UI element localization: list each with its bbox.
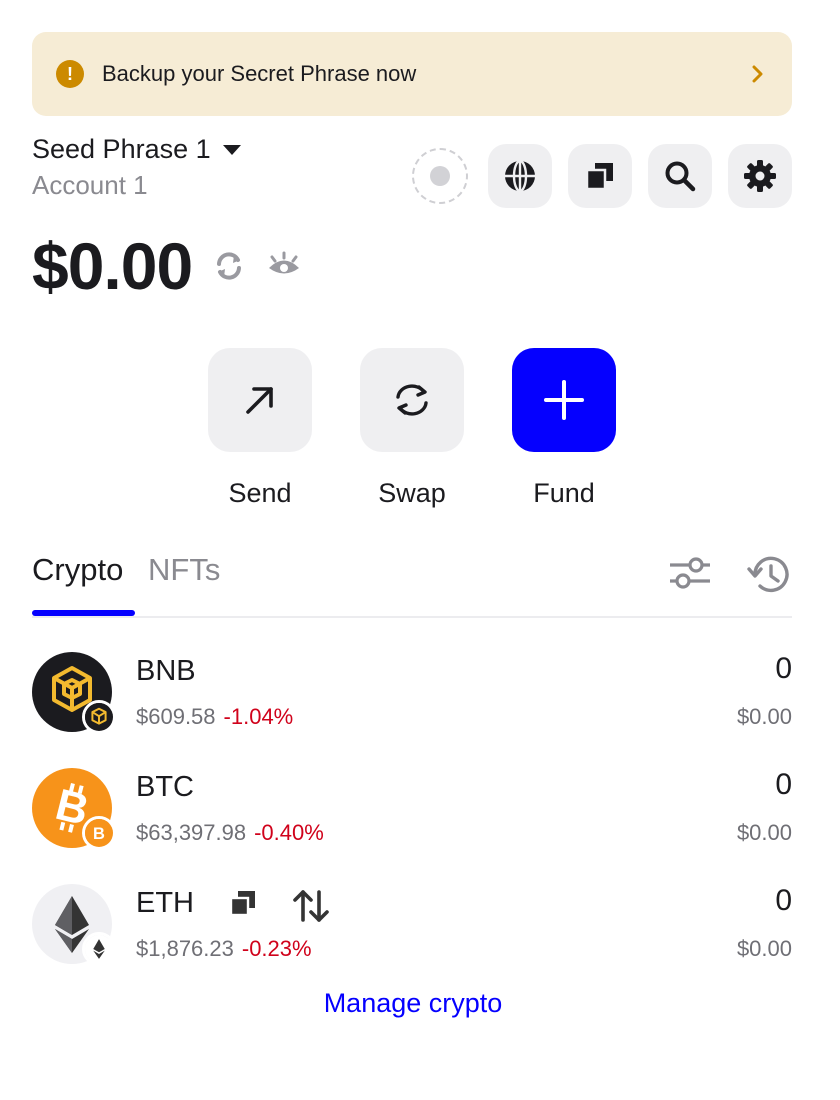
asset-price: $609.58: [136, 704, 216, 729]
history-icon[interactable]: [746, 554, 792, 596]
asset-price-line: $609.58 -1.04%: [136, 704, 293, 730]
asset-change: -1.04%: [223, 704, 294, 729]
asset-price: $63,397.98: [136, 820, 247, 845]
asset-amount: 0: [775, 768, 792, 801]
asset-value: $0.00: [736, 704, 792, 729]
globe-icon: [505, 159, 535, 193]
asset-list: BNB $609.58 -1.04% 0 $0.00 B B BTC $63,39…: [32, 652, 792, 1000]
account-name: Account 1: [32, 170, 148, 200]
asset-price-line: $1,876.23 -0.23%: [136, 936, 312, 962]
backup-banner-text: Backup your Secret Phrase now: [102, 61, 417, 86]
asset-row-eth[interactable]: ETH $1,876.23 -0.23% 0 $0.00: [32, 884, 792, 1000]
asset-tabs: Crypto NFTs: [32, 552, 792, 618]
eth-row-tools: [228, 888, 330, 924]
header-toolbar: [412, 144, 792, 208]
fund-label: Fund: [533, 478, 595, 508]
send-button[interactable]: Send: [208, 348, 312, 509]
asset-symbol: ETH: [136, 887, 194, 919]
connection-status-icon[interactable]: [412, 148, 468, 204]
asset-value: $0.00: [736, 820, 792, 845]
tab-tools: [668, 554, 792, 596]
asset-row-btc[interactable]: B B BTC $63,397.98 -0.40% 0 $0.00: [32, 768, 792, 884]
settings-button[interactable]: [728, 144, 792, 208]
tab-crypto[interactable]: Crypto: [32, 552, 123, 588]
asset-symbol: BNB: [136, 655, 196, 687]
send-label: Send: [228, 478, 292, 508]
search-button[interactable]: [648, 144, 712, 208]
asset-change: -0.23%: [241, 936, 312, 961]
copy-icon[interactable]: [228, 888, 258, 918]
arrow-up-right-icon: [246, 387, 273, 414]
copy-icon: [585, 163, 613, 191]
wallet-selector[interactable]: Seed Phrase 1: [32, 134, 241, 165]
swap-icon-tile: [360, 348, 464, 452]
transfer-arrows-icon[interactable]: [292, 888, 330, 924]
filter-sliders-icon[interactable]: [668, 554, 712, 592]
action-buttons: Send Swap Fund: [208, 348, 616, 509]
refresh-icon[interactable]: [212, 249, 246, 283]
wallet-name: Seed Phrase 1: [32, 134, 211, 164]
plus-icon: [544, 380, 584, 420]
swap-arrows-icon: [396, 384, 428, 416]
settings-gear-icon: [744, 160, 776, 192]
asset-value: $0.00: [736, 936, 792, 961]
warning-icon: !: [56, 60, 84, 88]
svg-text:B: B: [93, 825, 105, 843]
asset-change: -0.40%: [254, 820, 324, 845]
globe-button[interactable]: [488, 144, 552, 208]
caret-down-icon: [222, 144, 241, 155]
asset-row-bnb[interactable]: BNB $609.58 -1.04% 0 $0.00: [32, 652, 792, 768]
backup-banner[interactable]: ! Backup your Secret Phrase now: [32, 32, 792, 116]
asset-amount: 0: [775, 884, 792, 917]
btc-chain-badge-icon: B: [82, 816, 116, 850]
copy-button[interactable]: [568, 144, 632, 208]
fund-icon-tile: [512, 348, 616, 452]
asset-price-line: $63,397.98 -0.40%: [136, 820, 324, 846]
total-balance: $0.00: [32, 229, 193, 303]
asset-symbol: BTC: [136, 771, 194, 803]
bnb-chain-badge-icon: [82, 700, 116, 734]
asset-amount: 0: [775, 652, 792, 685]
active-tab-indicator: [32, 610, 135, 616]
swap-button[interactable]: Swap: [360, 348, 464, 509]
tab-nfts[interactable]: NFTs: [148, 552, 220, 588]
eth-chain-badge-icon: [82, 932, 116, 966]
search-icon: [665, 161, 696, 192]
manage-crypto-link[interactable]: Manage crypto: [0, 988, 826, 1019]
swap-label: Swap: [378, 478, 446, 508]
asset-price: $1,876.23: [136, 936, 234, 961]
send-icon-tile: [208, 348, 312, 452]
fund-button[interactable]: Fund: [512, 348, 616, 509]
chevron-right-icon: [752, 65, 763, 83]
hide-balance-eye-icon[interactable]: [266, 249, 302, 283]
balance-row: $0.00: [32, 228, 302, 304]
